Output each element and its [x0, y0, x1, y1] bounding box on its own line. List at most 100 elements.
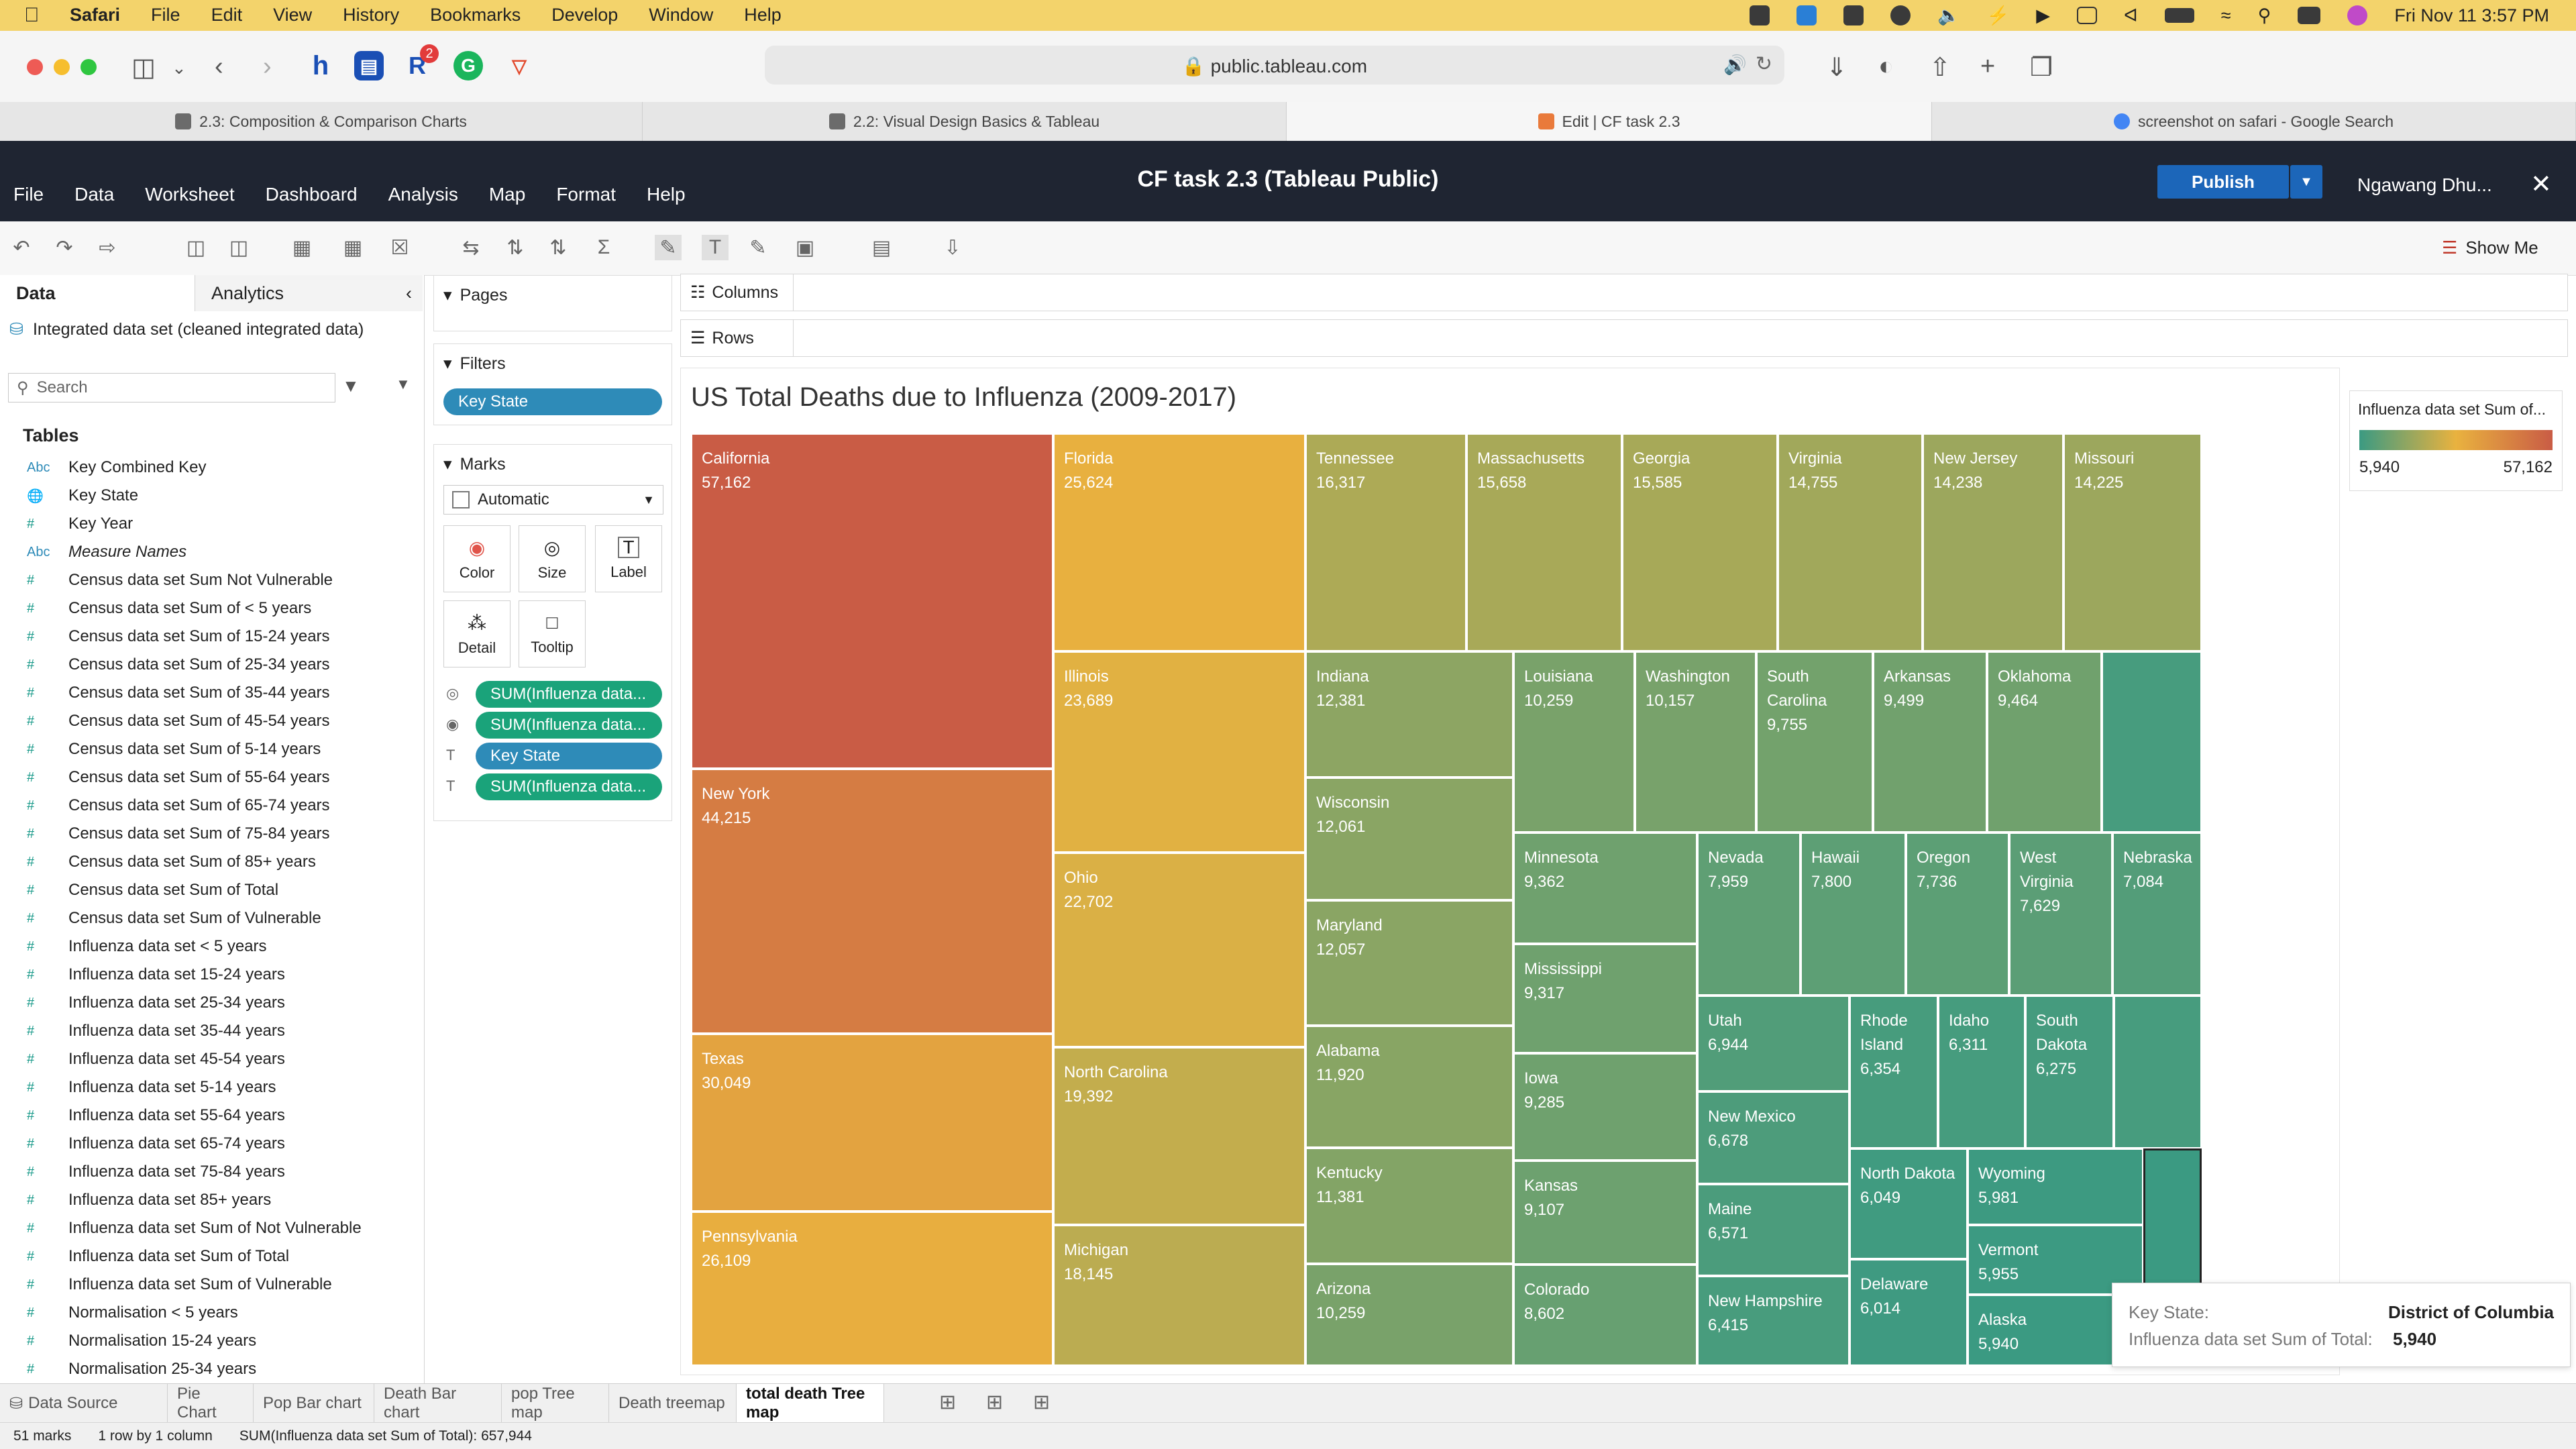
reload-icon[interactable]: ↻: [1756, 52, 1772, 76]
detail-button[interactable]: ⁂ Detail: [443, 600, 511, 667]
treemap-cell[interactable]: Arkansas 9,499: [1873, 651, 1987, 833]
clock[interactable]: Fri Nov 11 3:57 PM: [2394, 5, 2549, 26]
rows-shelf[interactable]: ☰ Rows: [680, 319, 2568, 357]
treemap-cell[interactable]: Indiana 12,381: [1305, 651, 1513, 777]
menu-history[interactable]: History: [343, 5, 399, 25]
treemap-chart[interactable]: California 57,162 New York 44,215 Texas 30,04…: [691, 433, 2202, 1366]
field-item[interactable]: # Influenza data set Sum of Not Vulnerabl…: [27, 1214, 402, 1242]
field-item[interactable]: # Influenza data set 15-24 years: [27, 961, 402, 989]
sheet-tab-death-treemap[interactable]: Death treemap: [609, 1384, 737, 1423]
mark-pill[interactable]: SUM(Influenza data...: [476, 681, 662, 708]
tab-overview-icon[interactable]: ❐: [2030, 52, 2053, 83]
treemap-cell[interactable]: Oklahoma 9,464: [1987, 651, 2102, 833]
share-icon[interactable]: ⇧: [1929, 52, 1951, 83]
wifi-icon[interactable]: ≈: [2221, 5, 2231, 26]
new-worksheet-tab-icon[interactable]: ⊞: [939, 1391, 956, 1414]
show-me-button[interactable]: ☰ Show Me: [2442, 237, 2538, 258]
tab-google-search[interactable]: screenshot on safari - Google Search: [1932, 102, 2576, 141]
sheet-tab-data-source[interactable]: ⛁ Data Source: [0, 1384, 168, 1423]
field-item[interactable]: # Influenza data set 35-44 years: [27, 1017, 402, 1045]
new-worksheet-icon[interactable]: ▦: [288, 235, 315, 260]
field-item[interactable]: # Normalisation < 5 years: [27, 1299, 402, 1327]
field-item[interactable]: # Influenza data set 65-74 years: [27, 1130, 402, 1158]
field-item[interactable]: # Census data set Sum of Vulnerable: [27, 904, 402, 932]
treemap-cell[interactable]: Rhode Island 6,354: [1849, 996, 1938, 1148]
pane-menu-icon[interactable]: ▼: [396, 376, 411, 393]
control-center-icon[interactable]: [2298, 7, 2321, 24]
field-item[interactable]: # Influenza data set Sum of Total: [27, 1242, 402, 1271]
treemap-cell[interactable]: Colorado 8,602: [1513, 1265, 1697, 1366]
user-name[interactable]: Ngawang Dhu...: [2357, 174, 2492, 196]
tab-composition[interactable]: 2.3: Composition & Comparison Charts: [0, 102, 643, 141]
field-item[interactable]: # Census data set Sum of < 5 years: [27, 594, 402, 623]
field-item[interactable]: Abc Measure Names: [27, 538, 402, 566]
play-icon[interactable]: ▶: [2036, 5, 2050, 26]
replay-icon[interactable]: ⇨: [94, 235, 121, 260]
sort-ascending-icon[interactable]: ⇅: [502, 235, 529, 260]
publish-button[interactable]: Publish: [2157, 165, 2289, 199]
collapse-pane-icon[interactable]: ‹: [406, 283, 412, 304]
treemap-cell[interactable]: Delaware 6,014: [1849, 1259, 1968, 1366]
field-item[interactable]: # Influenza data set 55-64 years: [27, 1102, 402, 1130]
field-item[interactable]: 🌐 Key State: [27, 482, 402, 510]
new-story-tab-icon[interactable]: ⊞: [1033, 1391, 1050, 1414]
treemap-cell[interactable]: Maryland 12,057: [1305, 900, 1513, 1026]
sort-descending-icon[interactable]: ⇅: [545, 235, 572, 260]
treemap-cell[interactable]: Ohio 22,702: [1053, 853, 1305, 1047]
treemap-cell[interactable]: Illinois 23,689: [1053, 651, 1305, 853]
new-tab-icon[interactable]: +: [1980, 52, 1995, 81]
address-bar[interactable]: 🔒 public.tableau.com 🔊 ↻: [765, 46, 1784, 85]
treemap-cell[interactable]: Kentucky 11,381: [1305, 1148, 1513, 1264]
pages-header[interactable]: ▾ Pages: [443, 285, 507, 305]
treemap-cell[interactable]: Utah 6,944: [1697, 996, 1849, 1091]
field-item[interactable]: # Influenza data set Sum of Vulnerable: [27, 1271, 402, 1299]
field-item[interactable]: # Census data set Sum of 25-34 years: [27, 651, 402, 679]
sync-icon[interactable]: [1890, 5, 1911, 25]
color-legend[interactable]: Influenza data set Sum of... 5,940 57,16…: [2349, 390, 2563, 491]
field-item[interactable]: # Influenza data set 85+ years: [27, 1186, 402, 1214]
treemap-cell[interactable]: Georgia 15,585: [1622, 433, 1778, 651]
grammarly-icon[interactable]: G: [453, 51, 483, 80]
treemap-cell[interactable]: North Dakota 6,049: [1849, 1148, 1968, 1259]
field-item[interactable]: # Census data set Sum of 85+ years: [27, 848, 402, 876]
treemap-cell[interactable]: Virginia 14,755: [1778, 433, 1923, 651]
hypothesis-extension-icon[interactable]: h: [306, 51, 335, 80]
field-item[interactable]: # Census data set Sum of 75-84 years: [27, 820, 402, 848]
marks-header[interactable]: ▾ Marks: [443, 454, 506, 474]
fit-icon[interactable]: ▣: [792, 235, 818, 260]
treemap-cell[interactable]: Minnesota 9,362: [1513, 833, 1697, 944]
record-icon[interactable]: [1750, 5, 1770, 25]
field-item[interactable]: # Influenza data set 25-34 years: [27, 989, 402, 1017]
bluetooth-icon[interactable]: ᐊ: [2124, 5, 2138, 26]
treemap-cell[interactable]: South Carolina 9,755: [1756, 651, 1873, 833]
new-datasource-icon[interactable]: ◫: [182, 235, 209, 260]
pocket-icon[interactable]: ▽: [504, 51, 534, 80]
treemap-cell[interactable]: California 57,162: [691, 433, 1053, 769]
menu-develop[interactable]: Develop: [551, 5, 618, 25]
field-item[interactable]: # Influenza data set 75-84 years: [27, 1158, 402, 1186]
clear-sheet-icon[interactable]: ☒: [386, 235, 413, 260]
treemap-cell[interactable]: Wyoming 5,981: [1968, 1148, 2143, 1225]
treemap-cell[interactable]: Michigan 18,145: [1053, 1225, 1305, 1366]
treemap-cell[interactable]: West Virginia 7,629: [2009, 833, 2112, 996]
pause-updates-icon[interactable]: ◫: [225, 235, 252, 260]
treemap-cell[interactable]: Mississippi 9,317: [1513, 944, 1697, 1053]
treemap-cell[interactable]: Arizona 10,259: [1305, 1264, 1513, 1366]
filter-fields-icon[interactable]: ▼: [342, 376, 360, 396]
treemap-cell[interactable]: New Mexico 6,678: [1697, 1091, 1849, 1184]
field-item[interactable]: # Census data set Sum of Total: [27, 876, 402, 904]
treemap-cell[interactable]: North Carolina 19,392: [1053, 1047, 1305, 1225]
treemap-cell[interactable]: Hawaii 7,800: [1801, 833, 1906, 996]
menu-bookmarks[interactable]: Bookmarks: [430, 5, 521, 25]
back-icon[interactable]: ‹: [215, 52, 223, 81]
field-item[interactable]: # Influenza data set < 5 years: [27, 932, 402, 961]
field-item[interactable]: # Census data set Sum of 55-64 years: [27, 763, 402, 792]
sheet-tab-pop-tree-map[interactable]: pop Tree map: [502, 1384, 609, 1423]
grid-icon[interactable]: [1843, 5, 1864, 25]
sheet-tab-pie-chart[interactable]: Pie Chart: [168, 1384, 254, 1423]
menu-view[interactable]: View: [273, 5, 312, 25]
treemap-cell[interactable]: Massachusetts 15,658: [1466, 433, 1622, 651]
treemap-cell[interactable]: Nebraska 7,084: [2112, 833, 2202, 996]
columns-shelf[interactable]: ☷ Columns: [680, 274, 2568, 311]
treemap-cell[interactable]: Maine 6,571: [1697, 1184, 1849, 1276]
